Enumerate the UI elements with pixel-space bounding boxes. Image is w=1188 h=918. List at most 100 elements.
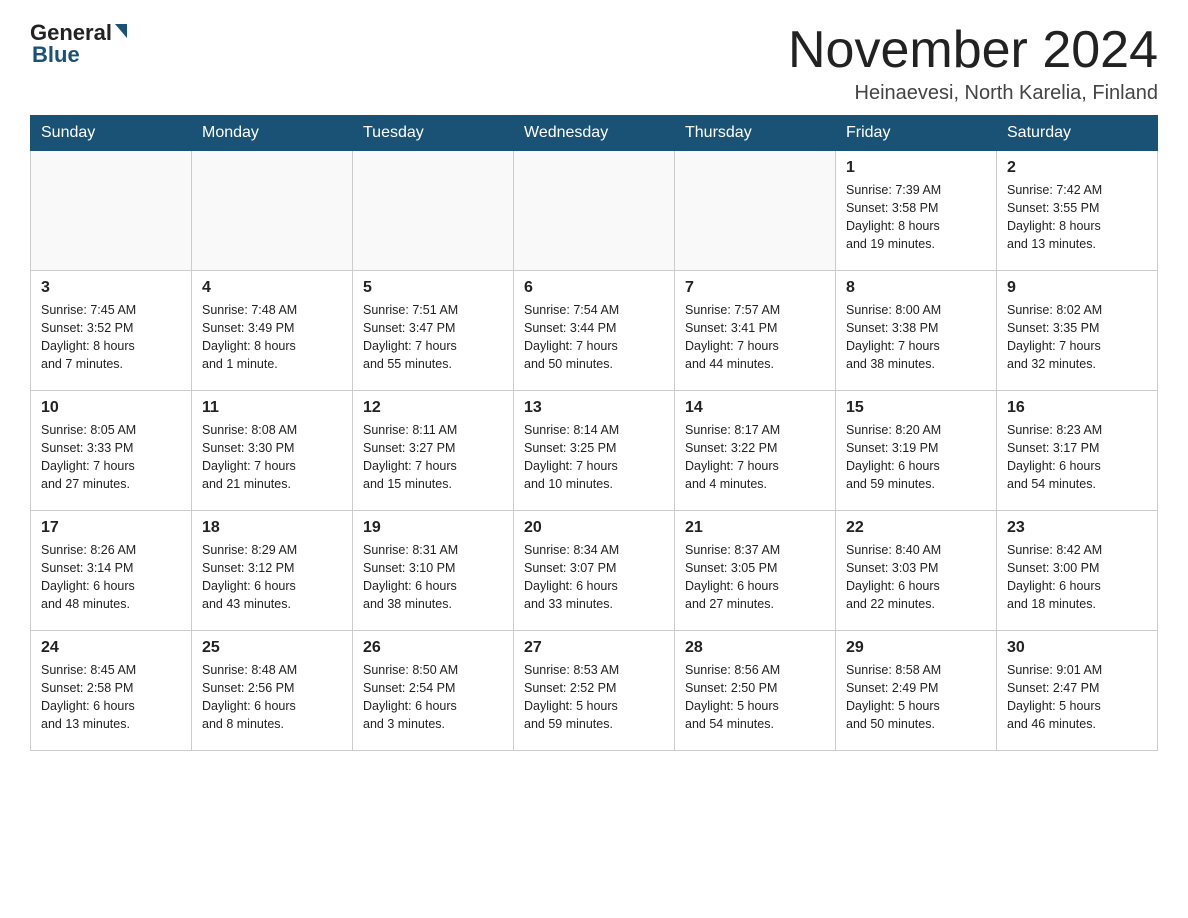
day-number: 13 [524, 399, 664, 417]
day-number: 22 [846, 519, 986, 537]
logo-blue-text: Blue [32, 42, 80, 68]
day-number: 10 [41, 399, 181, 417]
calendar-day-cell [514, 151, 675, 271]
location-title: Heinaevesi, North Karelia, Finland [788, 82, 1158, 105]
calendar-day-cell: 9 Sunrise: 8:02 AM Sunset: 3:35 PM Daylig… [997, 271, 1158, 391]
day-info: Sunrise: 8:58 AM Sunset: 2:49 PM Dayligh… [846, 661, 986, 734]
calendar-day-cell: 2 Sunrise: 7:42 AM Sunset: 3:55 PM Daylig… [997, 151, 1158, 271]
day-info: Sunrise: 7:51 AM Sunset: 3:47 PM Dayligh… [363, 301, 503, 374]
day-info: Sunrise: 8:17 AM Sunset: 3:22 PM Dayligh… [685, 421, 825, 494]
day-info: Sunrise: 8:48 AM Sunset: 2:56 PM Dayligh… [202, 661, 342, 734]
day-of-week-header: Thursday [675, 116, 836, 151]
calendar-day-cell: 8 Sunrise: 8:00 AM Sunset: 3:38 PM Daylig… [836, 271, 997, 391]
day-number: 23 [1007, 519, 1147, 537]
day-info: Sunrise: 7:48 AM Sunset: 3:49 PM Dayligh… [202, 301, 342, 374]
calendar-day-cell: 14 Sunrise: 8:17 AM Sunset: 3:22 PM Dayli… [675, 391, 836, 511]
day-info: Sunrise: 8:40 AM Sunset: 3:03 PM Dayligh… [846, 541, 986, 614]
day-info: Sunrise: 8:05 AM Sunset: 3:33 PM Dayligh… [41, 421, 181, 494]
calendar-day-cell: 27 Sunrise: 8:53 AM Sunset: 2:52 PM Dayli… [514, 631, 675, 751]
day-number: 27 [524, 639, 664, 657]
calendar-week-row: 3 Sunrise: 7:45 AM Sunset: 3:52 PM Daylig… [31, 271, 1158, 391]
day-number: 14 [685, 399, 825, 417]
month-title: November 2024 [788, 20, 1158, 80]
calendar-day-cell [675, 151, 836, 271]
day-number: 21 [685, 519, 825, 537]
calendar-day-cell: 28 Sunrise: 8:56 AM Sunset: 2:50 PM Dayli… [675, 631, 836, 751]
calendar-day-cell: 10 Sunrise: 8:05 AM Sunset: 3:33 PM Dayli… [31, 391, 192, 511]
day-info: Sunrise: 8:42 AM Sunset: 3:00 PM Dayligh… [1007, 541, 1147, 614]
day-of-week-header: Wednesday [514, 116, 675, 151]
page-header: General Blue November 2024 Heinaevesi, N… [30, 20, 1158, 105]
day-info: Sunrise: 8:31 AM Sunset: 3:10 PM Dayligh… [363, 541, 503, 614]
day-info: Sunrise: 8:08 AM Sunset: 3:30 PM Dayligh… [202, 421, 342, 494]
calendar-table: SundayMondayTuesdayWednesdayThursdayFrid… [30, 115, 1158, 751]
day-number: 11 [202, 399, 342, 417]
calendar-week-row: 24 Sunrise: 8:45 AM Sunset: 2:58 PM Dayli… [31, 631, 1158, 751]
day-info: Sunrise: 8:29 AM Sunset: 3:12 PM Dayligh… [202, 541, 342, 614]
day-info: Sunrise: 8:20 AM Sunset: 3:19 PM Dayligh… [846, 421, 986, 494]
calendar-day-cell: 24 Sunrise: 8:45 AM Sunset: 2:58 PM Dayli… [31, 631, 192, 751]
day-number: 19 [363, 519, 503, 537]
calendar-day-cell: 26 Sunrise: 8:50 AM Sunset: 2:54 PM Dayli… [353, 631, 514, 751]
calendar-week-row: 17 Sunrise: 8:26 AM Sunset: 3:14 PM Dayli… [31, 511, 1158, 631]
calendar-day-cell: 23 Sunrise: 8:42 AM Sunset: 3:00 PM Dayli… [997, 511, 1158, 631]
logo-arrow-icon [115, 24, 127, 38]
day-number: 17 [41, 519, 181, 537]
day-of-week-header: Monday [192, 116, 353, 151]
title-block: November 2024 Heinaevesi, North Karelia,… [788, 20, 1158, 105]
day-info: Sunrise: 8:53 AM Sunset: 2:52 PM Dayligh… [524, 661, 664, 734]
day-info: Sunrise: 8:00 AM Sunset: 3:38 PM Dayligh… [846, 301, 986, 374]
day-number: 15 [846, 399, 986, 417]
day-info: Sunrise: 8:50 AM Sunset: 2:54 PM Dayligh… [363, 661, 503, 734]
day-number: 8 [846, 279, 986, 297]
calendar-day-cell: 7 Sunrise: 7:57 AM Sunset: 3:41 PM Daylig… [675, 271, 836, 391]
day-info: Sunrise: 9:01 AM Sunset: 2:47 PM Dayligh… [1007, 661, 1147, 734]
calendar-day-cell: 30 Sunrise: 9:01 AM Sunset: 2:47 PM Dayli… [997, 631, 1158, 751]
day-number: 26 [363, 639, 503, 657]
day-number: 20 [524, 519, 664, 537]
day-number: 3 [41, 279, 181, 297]
logo: General Blue [30, 20, 127, 68]
day-number: 24 [41, 639, 181, 657]
day-info: Sunrise: 8:56 AM Sunset: 2:50 PM Dayligh… [685, 661, 825, 734]
day-info: Sunrise: 7:39 AM Sunset: 3:58 PM Dayligh… [846, 181, 986, 254]
day-info: Sunrise: 8:26 AM Sunset: 3:14 PM Dayligh… [41, 541, 181, 614]
calendar-day-cell: 22 Sunrise: 8:40 AM Sunset: 3:03 PM Dayli… [836, 511, 997, 631]
day-number: 5 [363, 279, 503, 297]
calendar-day-cell: 18 Sunrise: 8:29 AM Sunset: 3:12 PM Dayli… [192, 511, 353, 631]
day-number: 9 [1007, 279, 1147, 297]
calendar-day-cell: 3 Sunrise: 7:45 AM Sunset: 3:52 PM Daylig… [31, 271, 192, 391]
day-info: Sunrise: 7:57 AM Sunset: 3:41 PM Dayligh… [685, 301, 825, 374]
day-of-week-header: Tuesday [353, 116, 514, 151]
calendar-day-cell: 29Sunrise: 8:58 AM Sunset: 2:49 PM Dayli… [836, 631, 997, 751]
day-info: Sunrise: 7:42 AM Sunset: 3:55 PM Dayligh… [1007, 181, 1147, 254]
calendar-day-cell: 4 Sunrise: 7:48 AM Sunset: 3:49 PM Daylig… [192, 271, 353, 391]
calendar-day-cell [31, 151, 192, 271]
day-info: Sunrise: 8:45 AM Sunset: 2:58 PM Dayligh… [41, 661, 181, 734]
day-number: 2 [1007, 159, 1147, 177]
day-number: 18 [202, 519, 342, 537]
day-info: Sunrise: 8:14 AM Sunset: 3:25 PM Dayligh… [524, 421, 664, 494]
day-info: Sunrise: 7:54 AM Sunset: 3:44 PM Dayligh… [524, 301, 664, 374]
day-number: 28 [685, 639, 825, 657]
day-number: 4 [202, 279, 342, 297]
calendar-week-row: 1 Sunrise: 7:39 AM Sunset: 3:58 PM Daylig… [31, 151, 1158, 271]
calendar-day-cell: 19 Sunrise: 8:31 AM Sunset: 3:10 PM Dayli… [353, 511, 514, 631]
day-info: Sunrise: 8:11 AM Sunset: 3:27 PM Dayligh… [363, 421, 503, 494]
day-of-week-header: Saturday [997, 116, 1158, 151]
day-info: Sunrise: 8:34 AM Sunset: 3:07 PM Dayligh… [524, 541, 664, 614]
calendar-day-cell: 25Sunrise: 8:48 AM Sunset: 2:56 PM Dayli… [192, 631, 353, 751]
calendar-day-cell: 12 Sunrise: 8:11 AM Sunset: 3:27 PM Dayli… [353, 391, 514, 511]
day-number: 6 [524, 279, 664, 297]
day-number: 16 [1007, 399, 1147, 417]
day-number: 7 [685, 279, 825, 297]
day-info: Sunrise: 8:02 AM Sunset: 3:35 PM Dayligh… [1007, 301, 1147, 374]
calendar-day-cell: 21Sunrise: 8:37 AM Sunset: 3:05 PM Dayli… [675, 511, 836, 631]
day-info: Sunrise: 7:45 AM Sunset: 3:52 PM Dayligh… [41, 301, 181, 374]
calendar-day-cell [353, 151, 514, 271]
calendar-day-cell: 6 Sunrise: 7:54 AM Sunset: 3:44 PM Daylig… [514, 271, 675, 391]
day-number: 12 [363, 399, 503, 417]
day-number: 30 [1007, 639, 1147, 657]
calendar-week-row: 10 Sunrise: 8:05 AM Sunset: 3:33 PM Dayli… [31, 391, 1158, 511]
day-number: 1 [846, 159, 986, 177]
